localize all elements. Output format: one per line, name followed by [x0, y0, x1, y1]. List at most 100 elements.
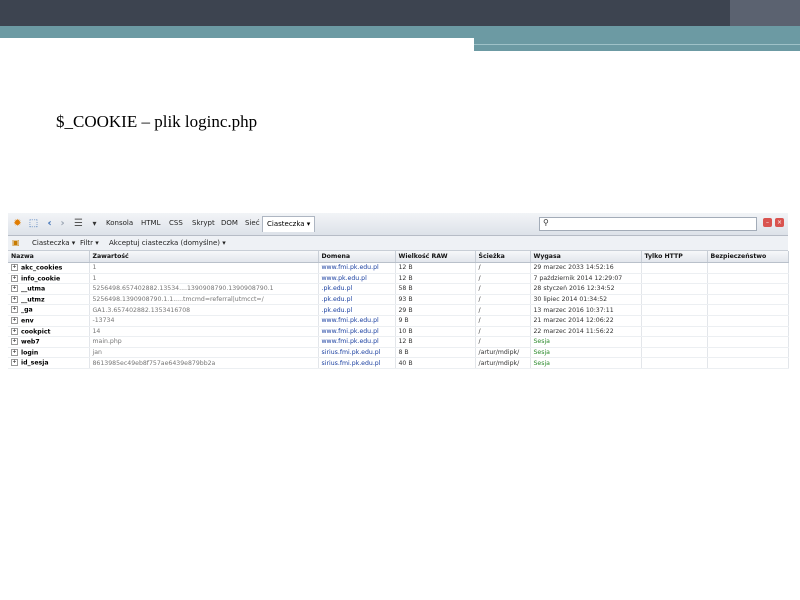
- col-name-cell: + __utma: [8, 283, 90, 295]
- col-domain-header[interactable]: Domena: [318, 251, 396, 263]
- inspect-icon[interactable]: ⬚: [27, 217, 40, 230]
- col-name-cell: + env: [8, 315, 90, 327]
- col-expires-cell: Sesja: [530, 347, 642, 359]
- col-security-cell: [707, 262, 789, 274]
- table-row[interactable]: + web7 main.php www.fmi.pk.edu.pl 12 B / Sesja: [8, 336, 789, 348]
- header-accent-block: [730, 0, 800, 26]
- col-path-cell: /: [475, 283, 531, 295]
- cookies-table: Nazwa Zawartość Domena Wielkość RAW Ścieżka W…: [8, 251, 789, 369]
- table-row[interactable]: + login jan sirius.fmi.pk.edu.pl 8 B/artur/m…: [8, 347, 789, 359]
- accept-cookies-menu[interactable]: Akceptuj ciasteczka (domyślne) ▾: [109, 239, 226, 247]
- expand-icon[interactable]: +: [11, 264, 18, 272]
- col-http-only-cell: [641, 283, 708, 295]
- table-row[interactable]: + info_cookie 1 www.pk.edu.pl 12 B/7 paździe…: [8, 273, 789, 285]
- firebug-bug-icon[interactable]: ✹: [11, 217, 24, 230]
- col-name-cell: + id_sesja: [8, 357, 90, 369]
- col-domain-cell: www.fmi.pk.edu.pl: [318, 315, 396, 327]
- header-divider-line: [0, 38, 474, 39]
- col-raw-size-header[interactable]: Wielkość RAW: [395, 251, 476, 263]
- expand-icon[interactable]: +: [11, 348, 18, 356]
- col-http-only-cell: [641, 294, 708, 306]
- expand-icon[interactable]: +: [11, 338, 18, 346]
- col-domain-cell: .pk.edu.pl: [318, 294, 396, 306]
- col-expires-cell: 29 marzec 2033 14:52:16: [530, 262, 642, 274]
- col-content-cell: -13734: [89, 315, 319, 327]
- table-row[interactable]: + id_sesja 8613985ec49eb8f757ae6439e879bb2…: [8, 357, 789, 369]
- expand-icon[interactable]: +: [11, 285, 18, 293]
- minimize-icon[interactable]: –: [763, 218, 772, 227]
- expand-icon[interactable]: +: [11, 359, 18, 367]
- col-security-cell: [707, 315, 789, 327]
- col-name-header[interactable]: Nazwa: [8, 251, 90, 263]
- tab-siec[interactable]: Sieć: [245, 219, 260, 227]
- table-header-row: Nazwa Zawartość Domena Wielkość RAW Ścieżka W…: [8, 251, 789, 263]
- col-http-only-cell: [641, 304, 708, 316]
- col-security-cell: [707, 304, 789, 316]
- expand-icon[interactable]: +: [11, 317, 18, 325]
- col-domain-cell: www.pk.edu.pl: [318, 273, 396, 285]
- search-icon: ⚲: [543, 218, 549, 227]
- col-content-cell: 1: [89, 273, 319, 285]
- col-expires-cell: 13 marzec 2016 10:37:11: [530, 304, 642, 316]
- dropdown-arrow-icon[interactable]: ▾: [88, 217, 101, 230]
- col-security-cell: [707, 294, 789, 306]
- expand-icon[interactable]: +: [11, 295, 18, 303]
- table-row[interactable]: + __utmz 5256498.1390908790.1.1.....tmcmd=…: [8, 294, 789, 306]
- col-http-only-cell: [641, 273, 708, 285]
- col-http-only-cell: [641, 347, 708, 359]
- col-name-cell: + cookpict: [8, 326, 90, 338]
- col-content-cell: 14: [89, 326, 319, 338]
- col-expires-cell: Sesja: [530, 357, 642, 369]
- close-icon[interactable]: ×: [775, 218, 784, 227]
- tab-skrypt[interactable]: Skrypt: [192, 219, 215, 227]
- col-content-cell: 1: [89, 262, 319, 274]
- col-http-only-cell: [641, 357, 708, 369]
- cookie-name: __utmz: [21, 296, 45, 304]
- back-arrow-icon[interactable]: ‹: [43, 217, 56, 230]
- col-name-cell: + info_cookie: [8, 273, 90, 285]
- col-security-cell: [707, 326, 789, 338]
- tab-ciasteczka[interactable]: Ciasteczka ▾: [262, 216, 316, 232]
- col-domain-cell: www.fmi.pk.edu.pl: [318, 326, 396, 338]
- cookie-name: web7: [21, 338, 40, 346]
- cookies-menu[interactable]: Ciasteczka ▾: [32, 239, 75, 247]
- col-expires-cell: 7 październik 2014 12:29:07: [530, 273, 642, 285]
- expand-icon[interactable]: +: [11, 306, 18, 314]
- filter-menu[interactable]: Filtr ▾: [80, 239, 99, 247]
- table-row[interactable]: + akc_cookies 1 www.fmi.pk.edu.pl 12 B/29 ma…: [8, 262, 789, 274]
- col-security-header[interactable]: Bezpieczeństwo: [707, 251, 789, 263]
- col-http-only-header[interactable]: Tylko HTTP: [641, 251, 708, 263]
- cookie-name: env: [21, 317, 34, 325]
- tab-konsola[interactable]: Konsola: [106, 219, 133, 227]
- table-row[interactable]: + cookpict 14 www.fmi.pk.edu.pl 10 B/22 marz…: [8, 326, 789, 338]
- table-row[interactable]: + __utma 5256498.657402882.13534....139090…: [8, 283, 789, 295]
- cookie-name: login: [21, 349, 39, 357]
- tab-html[interactable]: HTML: [141, 219, 160, 227]
- col-http-only-cell: [641, 326, 708, 338]
- col-raw-size-cell: 12 B: [395, 273, 476, 285]
- tab-css[interactable]: CSS: [169, 219, 183, 227]
- col-raw-size-cell: 10 B: [395, 326, 476, 338]
- col-path-cell: /: [475, 326, 531, 338]
- col-path-header[interactable]: Ścieżka: [475, 251, 531, 263]
- col-path-cell: /artur/mdipk/: [475, 347, 531, 359]
- col-content-header[interactable]: Zawartość: [89, 251, 319, 263]
- col-expires-header[interactable]: Wygasa: [530, 251, 642, 263]
- search-input[interactable]: ⚲: [539, 217, 757, 231]
- col-domain-cell: www.fmi.pk.edu.pl: [318, 336, 396, 348]
- menu-icon[interactable]: ☰: [72, 217, 85, 230]
- table-row[interactable]: + _ga GA1.3.657402882.1353416708 .pk.edu.pl…: [8, 304, 789, 316]
- col-security-cell: [707, 357, 789, 369]
- cookie-name: _ga: [21, 306, 33, 314]
- col-raw-size-cell: 29 B: [395, 304, 476, 316]
- col-content-cell: 5256498.1390908790.1.1.....tmcmd=referra…: [89, 294, 319, 306]
- col-http-only-cell: [641, 315, 708, 327]
- col-domain-cell: www.fmi.pk.edu.pl: [318, 262, 396, 274]
- table-row[interactable]: + env -13734 www.fmi.pk.edu.pl 9 B/21 marzec…: [8, 315, 789, 327]
- expand-icon[interactable]: +: [11, 274, 18, 282]
- tab-dom[interactable]: DOM: [221, 219, 238, 227]
- expand-icon[interactable]: +: [11, 327, 18, 335]
- col-raw-size-cell: 8 B: [395, 347, 476, 359]
- forward-arrow-icon[interactable]: ›: [56, 217, 69, 230]
- col-name-cell: + web7: [8, 336, 90, 348]
